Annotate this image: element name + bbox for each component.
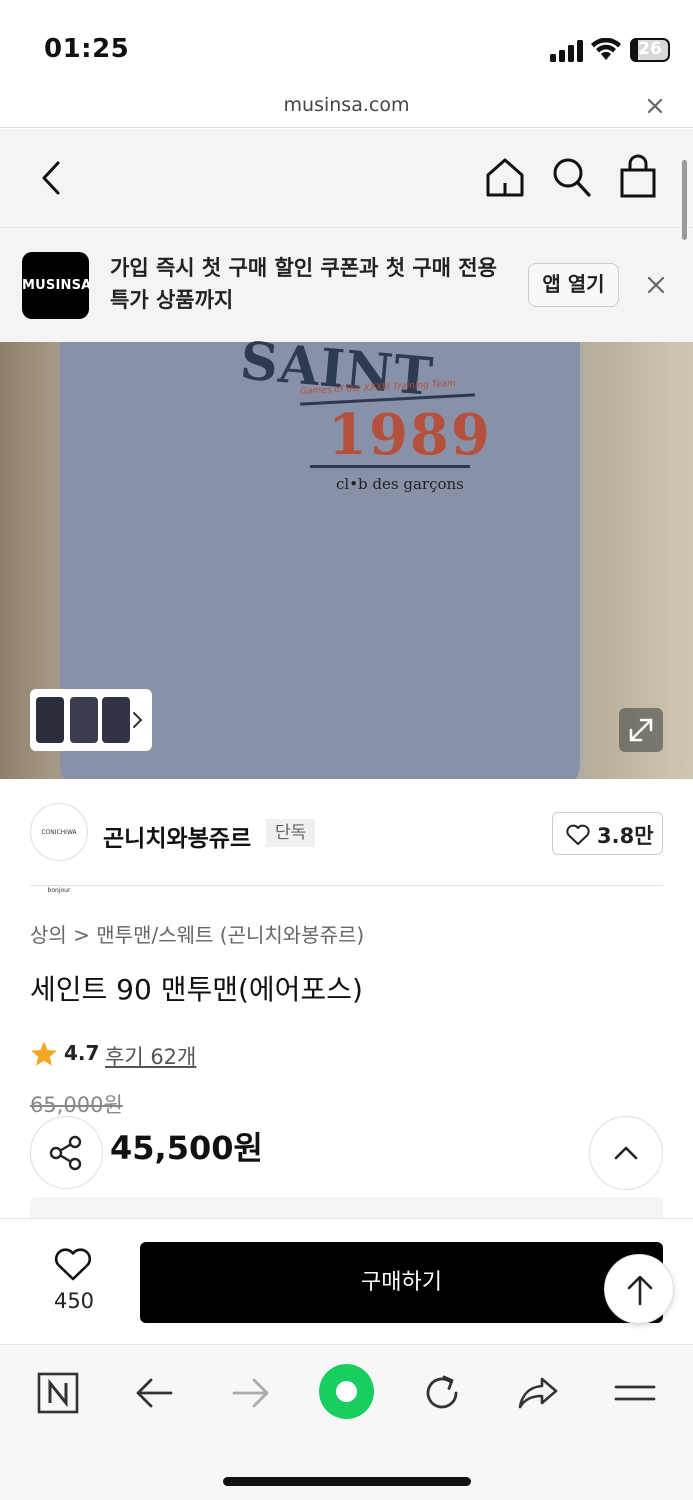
arrow-up-icon [627,1275,653,1306]
open-app-button[interactable]: 앱 열기 [528,263,619,307]
wifi-icon [591,38,621,60]
info-box [30,1197,663,1219]
arrow-right-icon[interactable] [228,1371,272,1415]
brand-logo[interactable]: CONICHIWA bonjour [30,803,88,894]
menu-icon[interactable] [613,1371,657,1415]
battery-icon: 26 [630,38,670,62]
purchase-bar: 450 구매하기 [0,1218,693,1344]
thumbnail[interactable] [70,697,98,743]
star-icon [31,1041,57,1066]
brand-row[interactable]: CONICHIWA bonjour 곤니치와봉쥬르 단독 3.8만 [0,779,693,894]
home-icon[interactable] [484,155,526,199]
rating-value: 4.7 [64,1041,100,1065]
wishlist-count: 450 [53,1289,95,1313]
sale-price: 45,500원 [110,1129,263,1167]
heart-icon [54,1248,92,1281]
original-price: 65,000원 [30,1093,123,1117]
naver-icon[interactable] [36,1371,80,1415]
chevron-right-icon[interactable] [130,711,144,729]
musinsa-logo: MUSINSA [22,252,91,319]
expand-image-button[interactable] [619,708,663,752]
thumbnail[interactable] [102,697,130,743]
status-time: 01:25 [44,34,130,64]
share-button[interactable] [30,1116,103,1189]
status-bar: 01:25 26 [0,0,693,90]
wishlist-button[interactable]: 450 [36,1241,112,1321]
reload-icon[interactable] [420,1371,464,1415]
search-icon[interactable] [550,155,592,199]
url-text[interactable]: musinsa.com [0,94,693,116]
close-icon[interactable] [643,94,667,118]
brand-like-button[interactable]: 3.8만 [552,812,663,855]
image-thumbnails[interactable] [30,689,152,751]
close-icon[interactable] [644,273,668,297]
share-forward-icon[interactable] [516,1371,560,1415]
brand-like-count: 3.8만 [597,824,654,848]
heart-icon [566,824,590,845]
print-graphic-year: 1989 [328,402,492,468]
browser-toolbar [0,1344,693,1500]
print-divider [310,465,470,468]
expand-icon [629,718,653,742]
brand-name[interactable]: 곤니치와봉쥬르 [103,819,251,853]
thumbnail[interactable] [36,697,64,743]
app-header [0,129,693,227]
cellular-signal-icon [550,40,583,62]
buy-button[interactable]: 구매하기 [140,1242,663,1323]
home-indicator [223,1477,471,1486]
shopping-bag-icon[interactable] [617,153,659,199]
battery-level: 26 [638,39,662,59]
green-dot-icon[interactable] [319,1364,374,1419]
arrow-left-icon[interactable] [133,1371,177,1415]
url-bar[interactable]: musinsa.com [0,88,693,128]
collapse-button[interactable] [589,1116,663,1190]
product-title: 세인트 90 맨투맨(에어포스) [30,973,363,1006]
category-breadcrumb[interactable]: 상의 > 맨투맨/스웨트 (곤니치와봉쥬르) [30,919,364,948]
app-download-banner: MUSINSA 가입 즉시 첫 구매 할인 쿠폰과 첫 구매 전용 특가 상품까… [0,227,693,342]
scrollbar[interactable] [682,160,687,240]
review-count-link[interactable]: 후기 62개 [105,1041,196,1071]
scroll-to-top-button[interactable] [604,1254,674,1324]
divider [30,885,663,886]
exclusive-badge: 단독 [266,819,316,847]
banner-message: 가입 즉시 첫 구매 할인 쿠폰과 첫 구매 전용 특가 상품까지 [110,256,497,312]
back-arrow-icon[interactable] [36,159,68,197]
share-icon [49,1135,82,1171]
chevron-up-icon [614,1146,638,1160]
print-graphic-brand: cl•b des garçons [336,475,464,493]
